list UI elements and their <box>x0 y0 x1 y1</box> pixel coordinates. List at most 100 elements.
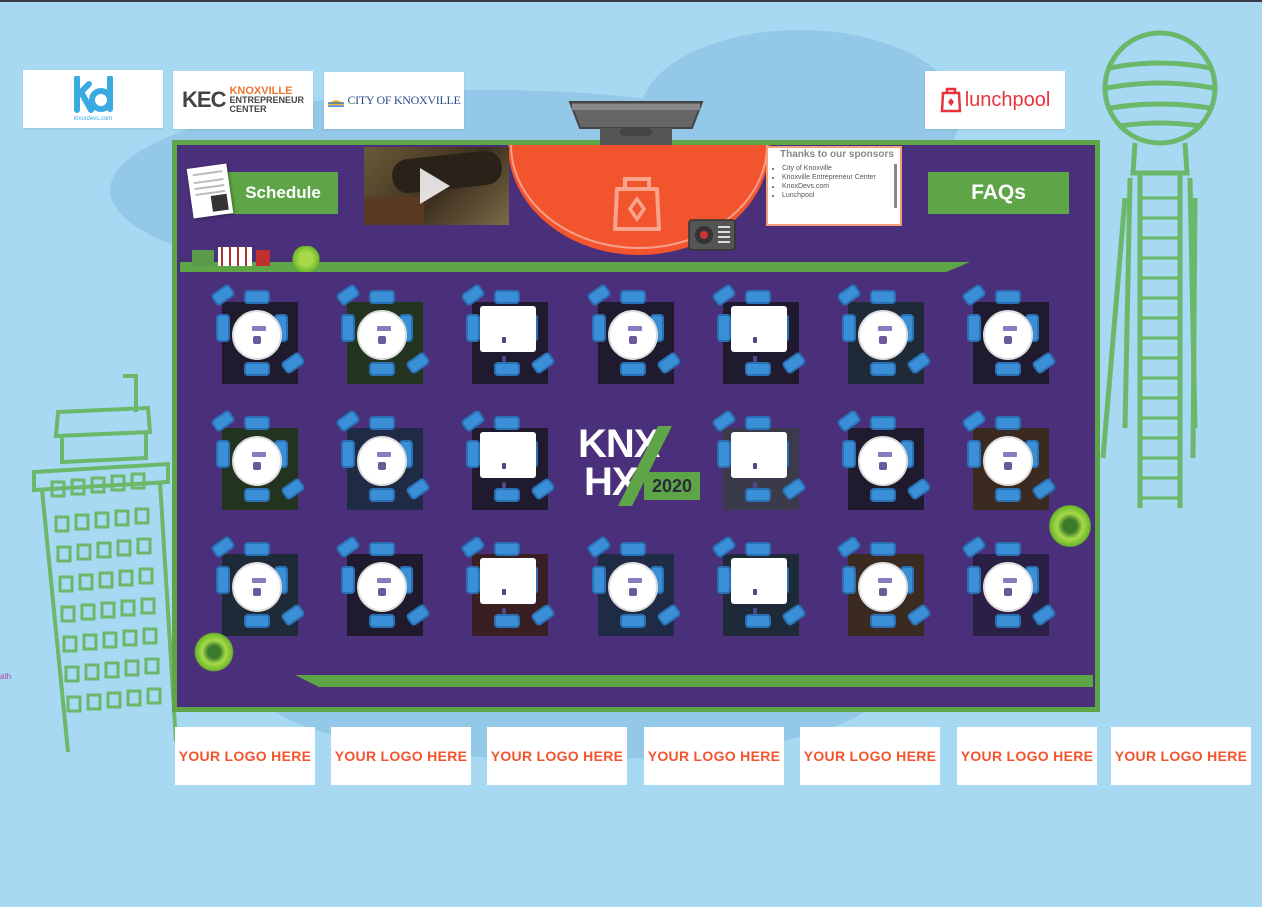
sponsor-notice-board[interactable]: Thanks to our sponsors City of Knoxville… <box>766 146 902 226</box>
round-table[interactable] <box>357 562 407 612</box>
table-items <box>502 328 514 362</box>
round-table[interactable] <box>608 562 658 612</box>
faqs-button[interactable]: FAQs <box>928 172 1069 214</box>
chair-icon <box>466 566 480 594</box>
chair-icon <box>745 488 771 502</box>
sponsor-logo-slot[interactable]: YOUR LOGO HERE <box>800 727 940 785</box>
sponsor-logo-slot[interactable]: YOUR LOGO HERE <box>644 727 784 785</box>
meeting-table[interactable] <box>334 282 433 384</box>
mug-icon <box>1004 462 1012 470</box>
chair-icon <box>995 542 1021 556</box>
meeting-table[interactable] <box>334 408 433 510</box>
meeting-table[interactable] <box>835 534 934 636</box>
meeting-table[interactable] <box>459 534 558 636</box>
square-table[interactable] <box>480 558 536 614</box>
video-scene-table <box>364 197 424 225</box>
laptop-icon <box>252 578 266 583</box>
round-table[interactable] <box>608 310 658 360</box>
knoxdevs-url: knoxdevs.com <box>73 116 113 122</box>
meeting-table[interactable] <box>960 534 1059 636</box>
meeting-table[interactable] <box>334 534 433 636</box>
chair-icon <box>717 314 731 342</box>
meeting-table[interactable] <box>710 408 809 510</box>
schedule-button[interactable]: Schedule <box>228 172 338 214</box>
chair-icon <box>995 362 1021 376</box>
chair-icon <box>870 542 896 556</box>
lunchpool-bag-icon <box>940 87 962 113</box>
meeting-table[interactable] <box>585 282 684 384</box>
chair-icon <box>717 440 731 468</box>
knoxdevs-kd-icon <box>74 76 113 113</box>
mug-icon <box>1004 336 1012 344</box>
round-table[interactable] <box>983 562 1033 612</box>
square-table[interactable] <box>480 432 536 488</box>
chair-icon <box>494 290 520 304</box>
sponsor-slot-label: YOUR LOGO HERE <box>490 748 624 764</box>
laptop-icon <box>1003 452 1017 457</box>
round-table[interactable] <box>232 436 282 486</box>
chair-icon <box>494 362 520 376</box>
sponsor-logo-slot[interactable]: YOUR LOGO HERE <box>175 727 315 785</box>
chair-icon <box>216 440 230 468</box>
sponsor-slot-label: YOUR LOGO HERE <box>803 748 937 764</box>
plant-icon <box>190 628 238 676</box>
chair-icon <box>967 314 981 342</box>
knoxdevs-logo[interactable]: knoxdevs.com <box>23 70 163 128</box>
round-table[interactable] <box>232 562 282 612</box>
square-table[interactable] <box>731 432 787 488</box>
laptop-icon <box>1003 326 1017 331</box>
mug-icon <box>629 588 637 596</box>
chair-icon <box>369 614 395 628</box>
kec-main-text: KEC <box>182 87 226 112</box>
play-icon[interactable] <box>420 168 450 204</box>
meeting-table[interactable] <box>835 282 934 384</box>
meeting-table[interactable] <box>710 282 809 384</box>
sponsor-logo-slot[interactable]: YOUR LOGO HERE <box>957 727 1097 785</box>
mug-icon <box>879 336 887 344</box>
round-table[interactable] <box>858 436 908 486</box>
meeting-table[interactable] <box>209 408 308 510</box>
meeting-table[interactable] <box>960 282 1059 384</box>
city-of-knoxville-logo[interactable]: CITY OF KNOXVILLE <box>324 72 464 129</box>
lunchpool-logo[interactable]: lunchpool <box>925 71 1065 129</box>
meeting-table[interactable] <box>209 534 308 636</box>
notice-scrollbar[interactable] <box>894 164 897 208</box>
lunchpool-text: lunchpool <box>964 88 1051 111</box>
meeting-table[interactable] <box>459 282 558 384</box>
sponsor-slot-label: YOUR LOGO HERE <box>1114 748 1248 764</box>
square-table[interactable] <box>731 558 787 614</box>
meeting-table[interactable] <box>459 408 558 510</box>
round-table[interactable] <box>357 310 407 360</box>
meeting-table[interactable] <box>209 282 308 384</box>
chair-icon <box>995 488 1021 502</box>
square-table[interactable] <box>480 306 536 362</box>
chair-icon <box>592 566 606 594</box>
sponsor-slot-label: YOUR LOGO HERE <box>178 748 312 764</box>
chair-icon <box>216 566 230 594</box>
sponsor-logo-slot[interactable]: YOUR LOGO HERE <box>331 727 471 785</box>
round-table[interactable] <box>983 436 1033 486</box>
round-table[interactable] <box>858 562 908 612</box>
chair-icon <box>369 290 395 304</box>
round-table[interactable] <box>858 310 908 360</box>
round-table[interactable] <box>232 310 282 360</box>
schedule-document-icon <box>186 163 234 219</box>
kec-logo[interactable]: KEC KNOXVILLE ENTREPRENEUR CENTER <box>173 71 313 129</box>
round-table[interactable] <box>357 436 407 486</box>
round-table[interactable] <box>983 310 1033 360</box>
laptop-icon <box>252 452 266 457</box>
chair-icon <box>870 614 896 628</box>
sponsor-logo-slot[interactable]: YOUR LOGO HERE <box>1111 727 1251 785</box>
chair-icon <box>244 488 270 502</box>
chair-icon <box>870 362 896 376</box>
sponsor-logo-slot[interactable]: YOUR LOGO HERE <box>487 727 627 785</box>
square-table[interactable] <box>731 306 787 362</box>
chair-icon <box>244 362 270 376</box>
table-items <box>502 580 514 614</box>
video-player[interactable] <box>364 147 509 225</box>
sunsphere-tower-illustration <box>1100 30 1218 508</box>
meeting-table[interactable] <box>585 534 684 636</box>
meeting-table[interactable] <box>835 408 934 510</box>
meeting-table[interactable] <box>960 408 1059 510</box>
meeting-table[interactable] <box>710 534 809 636</box>
